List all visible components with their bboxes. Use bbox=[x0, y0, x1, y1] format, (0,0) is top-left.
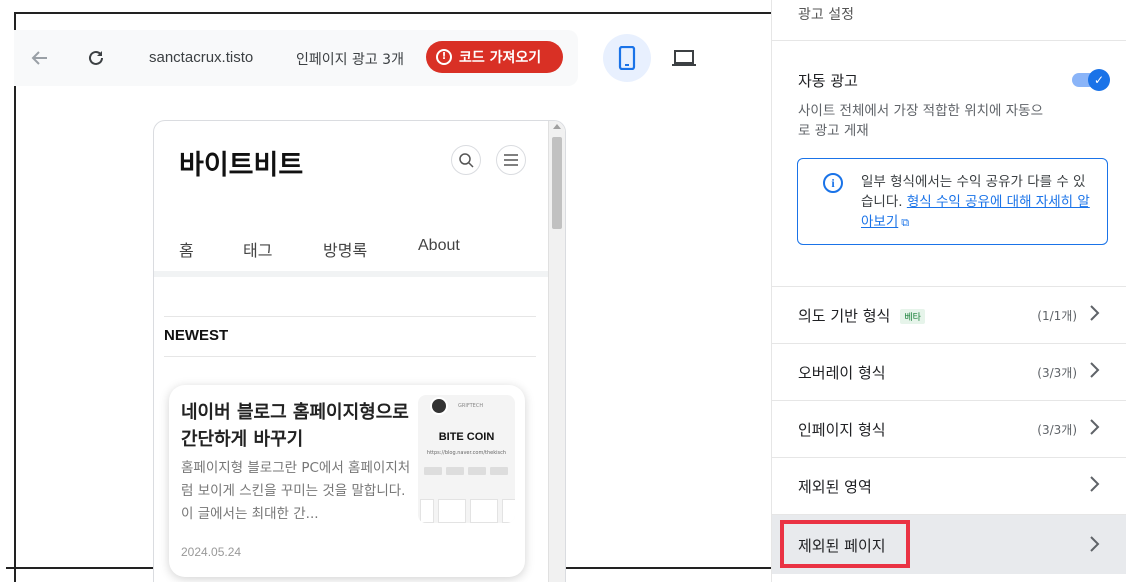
revenue-share-notice: i 일부 형식에서는 수익 공유가 다를 수 있습니다. 형식 수익 공유에 대… bbox=[797, 158, 1108, 245]
row-excluded-areas[interactable]: 제외된 영역 bbox=[772, 457, 1126, 514]
check-icon: ✓ bbox=[1088, 69, 1110, 91]
row-label: 오버레이 형식 bbox=[798, 364, 886, 382]
thumbnail-avatar bbox=[430, 397, 448, 415]
chevron-right-icon bbox=[1090, 419, 1100, 435]
section-divider-top bbox=[164, 316, 536, 317]
nav-about[interactable]: About bbox=[418, 237, 460, 255]
thumbnail-block bbox=[424, 467, 442, 475]
smartphone-icon bbox=[618, 46, 636, 70]
row-count: (1/1개) bbox=[1037, 309, 1077, 323]
mobile-preview-frame: 바이트비트 홈 태그 방명록 About NEWEST 네이버 블로그 홈페이지… bbox=[153, 120, 566, 582]
nav-guestbook[interactable]: 방명록 bbox=[323, 237, 367, 261]
thumbnail-title: BITE COIN bbox=[438, 431, 495, 443]
reload-icon[interactable] bbox=[84, 46, 108, 70]
thumbnail-image bbox=[502, 499, 515, 523]
scroll-up-arrow-icon[interactable] bbox=[553, 124, 561, 129]
back-arrow-icon[interactable] bbox=[28, 46, 52, 70]
post-thumbnail[interactable]: GRIFTECH BITE COIN https://blog.naver.co… bbox=[418, 395, 515, 523]
auto-ads-title: 자동 광고 bbox=[798, 72, 858, 90]
thumbnail-url: https://blog.naver.com/thekisch bbox=[426, 450, 507, 456]
thumbnail-brand: GRIFTECH bbox=[458, 403, 484, 409]
info-icon: i bbox=[823, 173, 843, 193]
thumbnail-block bbox=[446, 467, 464, 475]
laptop-icon bbox=[672, 50, 696, 66]
row-count: (3/3개) bbox=[1037, 423, 1077, 437]
row-label: 제외된 영역 bbox=[798, 478, 872, 496]
notice-text: 일부 형식에서는 수익 공유가 다를 수 있습니다. 형식 수익 공유에 대해 … bbox=[861, 172, 1093, 233]
nav-tag[interactable]: 태그 bbox=[243, 237, 272, 261]
thumbnail-block bbox=[490, 467, 508, 475]
blog-menu-button[interactable] bbox=[496, 145, 526, 175]
section-divider-bottom bbox=[164, 356, 536, 357]
chevron-right-icon bbox=[1090, 536, 1100, 552]
scroll-thumb[interactable] bbox=[552, 137, 562, 229]
desktop-view-button[interactable] bbox=[660, 34, 708, 82]
frame-line-left bbox=[14, 12, 16, 582]
inpage-ad-count: 인페이지 광고 3개 bbox=[296, 52, 404, 68]
row-count: (3/3개) bbox=[1037, 366, 1077, 380]
chevron-right-icon bbox=[1090, 476, 1100, 492]
nav-home[interactable]: 홈 bbox=[179, 237, 194, 261]
preview-url: sanctacrux.tisto bbox=[149, 49, 254, 66]
beta-badge: 베타 bbox=[900, 309, 925, 324]
chevron-right-icon bbox=[1090, 305, 1100, 321]
thumbnail-image bbox=[470, 499, 498, 523]
blog-search-button[interactable] bbox=[451, 145, 481, 175]
panel-heading: 광고 설정 bbox=[798, 7, 854, 23]
search-icon bbox=[459, 153, 474, 168]
row-label: 제외된 페이지 bbox=[798, 537, 886, 555]
mobile-view-button[interactable] bbox=[603, 34, 651, 82]
row-overlay-formats[interactable]: 오버레이 형식 (3/3개) bbox=[772, 343, 1126, 400]
preview-scrollbar[interactable] bbox=[548, 121, 565, 582]
newest-heading: NEWEST bbox=[164, 327, 229, 344]
thumbnail-block bbox=[468, 467, 486, 475]
row-intent-formats[interactable]: 의도 기반 형식 베타 (1/1개) bbox=[772, 286, 1126, 343]
post-title[interactable]: 네이버 블로그 홈페이지형으로 간단하게 바꾸기 bbox=[181, 399, 411, 453]
get-code-button[interactable]: ! 코드 가져오기 bbox=[426, 41, 563, 73]
post-date: 2024.05.24 bbox=[181, 545, 242, 559]
auto-ads-toggle[interactable]: ✓ bbox=[1072, 69, 1110, 91]
row-label: 의도 기반 형식 베타 bbox=[798, 305, 925, 326]
blog-title[interactable]: 바이트비트 bbox=[179, 143, 303, 182]
nav-divider bbox=[154, 271, 549, 277]
panel-divider bbox=[772, 40, 1126, 41]
post-card[interactable]: 네이버 블로그 홈페이지형으로 간단하게 바꾸기 홈페이지형 블로그란 PC에서… bbox=[169, 385, 525, 577]
row-label-text: 의도 기반 형식 bbox=[798, 307, 891, 325]
row-excluded-pages[interactable]: 제외된 페이지 bbox=[772, 514, 1126, 574]
row-inpage-formats[interactable]: 인페이지 형식 (3/3개) bbox=[772, 400, 1126, 457]
auto-ads-description: 사이트 전체에서 가장 적합한 위치에 자동으로 광고 게재 bbox=[798, 103, 1044, 139]
ad-settings-panel: 광고 설정 자동 광고 ✓ 사이트 전체에서 가장 적합한 위치에 자동으로 광… bbox=[771, 0, 1126, 582]
alert-icon: ! bbox=[436, 49, 452, 65]
chevron-right-icon bbox=[1090, 362, 1100, 378]
row-label: 인페이지 형식 bbox=[798, 421, 886, 439]
post-excerpt: 홈페이지형 블로그란 PC에서 홈페이지처럼 보이게 스킨을 꾸미는 것을 말합… bbox=[181, 460, 411, 522]
external-link-icon: ⧉ bbox=[901, 216, 910, 229]
preview-toolbar: sanctacrux.tisto 인페이지 광고 3개 ! 코드 가져오기 bbox=[14, 30, 578, 86]
thumbnail-image bbox=[438, 499, 466, 523]
hamburger-menu-icon bbox=[504, 154, 518, 166]
blog-nav: 홈 태그 방명록 About bbox=[154, 233, 549, 271]
get-code-label: 코드 가져오기 bbox=[459, 50, 542, 66]
thumbnail-image bbox=[420, 499, 434, 523]
